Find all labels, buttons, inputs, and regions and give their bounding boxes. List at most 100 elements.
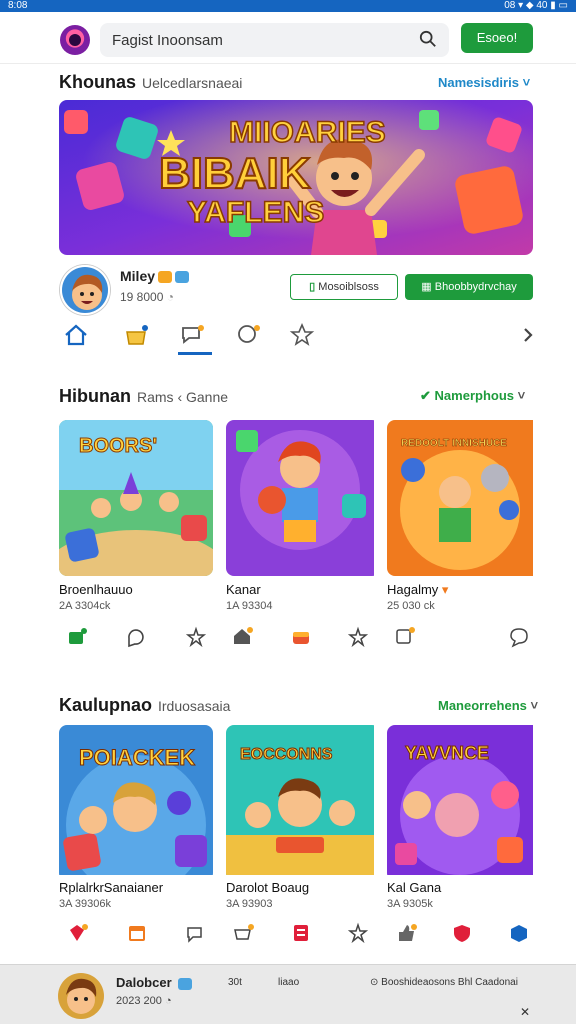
- top-bar: Fagist Inoonsam Esoeo!: [0, 14, 576, 64]
- outline-button-label: Mosoiblsoss: [318, 281, 379, 293]
- shield-icon[interactable]: [451, 922, 473, 944]
- app-logo[interactable]: [60, 25, 90, 55]
- chevron-down-icon: ˅: [517, 388, 526, 403]
- bottom-bar: Dalobcer 2023 200 ◔ 30t liaao ⊙ Booshide…: [0, 964, 576, 1024]
- chat-icon[interactable]: [184, 922, 206, 944]
- card-title: Hagalmy ▾: [387, 582, 448, 598]
- banner-line2: BIBAIK: [159, 149, 311, 198]
- profile-name: Miley: [120, 268, 190, 284]
- featured-link-text: Namesisdiris: [438, 75, 519, 90]
- gift-icon[interactable]: [394, 625, 416, 647]
- bottom-stat-2: liaao: [278, 977, 300, 988]
- banner-line1: MIIOARIES: [229, 116, 386, 149]
- close-icon[interactable]: ✕: [520, 1005, 530, 1019]
- avatar[interactable]: [58, 973, 104, 1019]
- section3-title-text: Kaulupnao: [59, 695, 152, 715]
- featured-link[interactable]: Namesisdiris ˅: [438, 75, 530, 90]
- section2-subtitle: Rams ‹ Ganne: [137, 389, 229, 405]
- bottom-stat-3: ⊙ Booshideaosons Bhl Caadonai: [370, 977, 518, 988]
- card-sub: 3A 9305k: [387, 898, 433, 910]
- card-art: YAVVNCE: [387, 725, 533, 875]
- star-icon[interactable]: [185, 626, 207, 648]
- card-art-text: EOCCONNS: [240, 746, 333, 763]
- chevron-down-icon: ˅: [530, 698, 539, 713]
- banner-art: MIIOARIES BIBAIK YAFLENS: [59, 100, 533, 255]
- star-icon[interactable]: [347, 922, 369, 944]
- game-card[interactable]: BOORS': [59, 420, 213, 576]
- top-action-button[interactable]: Esoeo!: [461, 23, 533, 53]
- section2-link[interactable]: ✔ Namerphous ˅: [420, 388, 525, 404]
- game-card[interactable]: YAVVNCE: [387, 725, 541, 881]
- featured-banner[interactable]: MIIOARIES BIBAIK YAFLENS: [59, 100, 533, 255]
- card-art-text: POIACKEK: [79, 745, 195, 770]
- cart-icon[interactable]: [232, 922, 254, 944]
- section3-link-text: Maneorrehens: [438, 698, 527, 713]
- chat-icon[interactable]: [125, 626, 147, 648]
- chat-icon[interactable]: [179, 322, 205, 348]
- star-icon[interactable]: [347, 626, 369, 648]
- card-title: Kanar: [226, 582, 261, 597]
- section2-title: Hibunan Rams ‹ Ganne: [59, 386, 228, 407]
- game-card[interactable]: REDOOLT INNISHUCE: [387, 420, 541, 576]
- card-title: RplalrkrSanaianer: [59, 880, 164, 895]
- card-art: POIACKEK: [59, 725, 213, 881]
- status-icons: 08 ▾ ◆ 40 ▮ ▭: [504, 0, 568, 11]
- info-icon: ◔: [166, 290, 174, 304]
- card-title: Darolot Boaug: [226, 880, 310, 895]
- card-art-text: BOORS': [79, 435, 157, 457]
- bottom-stat-1: 30t: [228, 977, 242, 988]
- comment-icon[interactable]: [235, 322, 261, 348]
- featured-title: Khounas Uelcedlarsnaeai: [59, 72, 242, 93]
- card-sub: 1A 93304: [226, 600, 273, 612]
- chevron-right-icon[interactable]: [515, 322, 541, 348]
- section2-link-text: Namerphous: [434, 388, 514, 403]
- flame-icon: ▾: [441, 582, 449, 597]
- avatar[interactable]: [60, 265, 110, 315]
- bag-icon[interactable]: [66, 625, 88, 647]
- store-icon[interactable]: [123, 322, 149, 348]
- chat-icon[interactable]: [508, 626, 530, 648]
- verified-icon: [178, 977, 193, 990]
- calendar-icon[interactable]: [126, 922, 148, 944]
- star-icon[interactable]: [289, 322, 315, 348]
- box-icon[interactable]: [290, 626, 312, 648]
- card-art: BOORS': [59, 420, 213, 576]
- card-sub: 3A 93903: [226, 898, 273, 910]
- featured-subtitle: Uelcedlarsnaeai: [142, 75, 243, 91]
- section3-link[interactable]: Maneorrehens ˅: [438, 698, 538, 713]
- featured-title-text: Khounas: [59, 72, 137, 92]
- section2-title-text: Hibunan: [59, 386, 131, 406]
- card-title: Kal Gana: [387, 880, 442, 895]
- card-art-text: YAVVNCE: [405, 743, 489, 763]
- outline-button[interactable]: ▯ Mosoiblsoss: [290, 274, 398, 300]
- tab-bar: [59, 318, 539, 356]
- game-card[interactable]: POIACKEK: [59, 725, 213, 881]
- card-art-text: REDOOLT INNISHUCE: [401, 438, 507, 449]
- badge-icon: [158, 271, 173, 284]
- profile-name-text: Miley: [120, 268, 156, 284]
- link-icon: ⊙: [370, 977, 379, 988]
- grid-icon: ▦: [421, 281, 432, 293]
- home-icon[interactable]: [63, 322, 89, 348]
- card-art: EOCCONNS: [226, 725, 374, 875]
- game-card[interactable]: [226, 420, 380, 576]
- card-sub: 3A 39306k: [59, 898, 111, 910]
- bookmark-icon: ▯: [309, 281, 316, 293]
- fill-button-label: Bhoobbydrvchay: [434, 281, 517, 293]
- bottom-name: Dalobcer: [116, 975, 193, 990]
- status-time: 8:08: [8, 0, 28, 11]
- chevron-down-icon: ˅: [522, 75, 531, 90]
- bottom-sub: 2023 200 ◔: [116, 995, 172, 1007]
- like-icon[interactable]: [395, 922, 417, 944]
- fill-button[interactable]: ▦ Bhoobbydrvchay: [405, 274, 533, 300]
- home-icon[interactable]: [231, 625, 253, 647]
- game-card[interactable]: EOCCONNS: [226, 725, 380, 881]
- section3-title: Kaulupnao Irduosasaia: [59, 695, 230, 716]
- cube-icon[interactable]: [508, 922, 530, 944]
- bottom-stat-3-text: Booshideaosons Bhl Caadonai: [381, 977, 518, 988]
- gem-icon[interactable]: [66, 922, 88, 944]
- search-input[interactable]: Fagist Inoonsam: [100, 23, 449, 57]
- search-icon[interactable]: [419, 30, 437, 48]
- card-icon[interactable]: [290, 922, 312, 944]
- card-art: [226, 420, 374, 576]
